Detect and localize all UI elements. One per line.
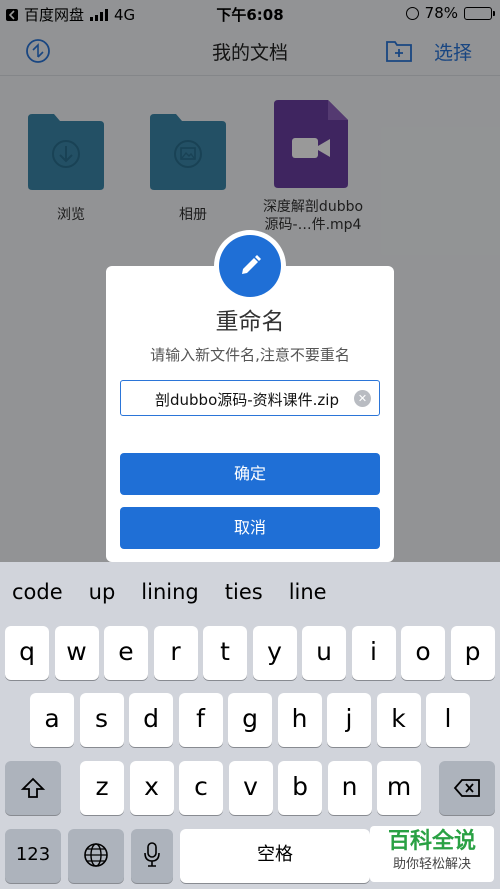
prediction-bar: code up lining ties line [0, 562, 500, 622]
prediction-item[interactable]: lining [141, 580, 198, 604]
key-m[interactable]: m [377, 761, 421, 815]
key-x[interactable]: x [129, 761, 174, 815]
key-d[interactable]: d [129, 693, 173, 747]
key-y[interactable]: y [252, 626, 297, 680]
key-f[interactable]: f [178, 693, 223, 747]
key-n[interactable]: n [327, 761, 372, 815]
clear-icon[interactable]: ✕ [354, 390, 371, 407]
key-l[interactable]: l [426, 693, 470, 747]
dialog-title: 重命名 [215, 309, 285, 335]
prediction-item[interactable]: code [12, 580, 63, 604]
watermark-logo: 百科全说 助你轻松解决 [370, 826, 494, 882]
key-e[interactable]: e [104, 626, 148, 680]
key-g[interactable]: g [228, 693, 272, 747]
key-p[interactable]: p [450, 626, 495, 680]
shift-icon [20, 777, 46, 798]
key-u[interactable]: u [302, 626, 346, 680]
globe-icon [84, 843, 108, 867]
confirm-button[interactable]: 确定 [120, 453, 380, 495]
dialog-hint: 请输入新文件名,注意不要重名 [150, 346, 350, 364]
key-w[interactable]: w [54, 626, 99, 680]
key-t[interactable]: t [203, 626, 247, 680]
key-v[interactable]: v [228, 761, 273, 815]
microphone-key[interactable] [131, 829, 173, 883]
filename-value: 剖dubbo源码-资料课件.zip [155, 391, 339, 409]
prediction-item[interactable]: up [89, 580, 116, 604]
key-k[interactable]: k [376, 693, 421, 747]
numbers-key[interactable]: 123 [5, 829, 61, 883]
watermark-subtitle: 助你轻松解决 [392, 857, 471, 872]
pencil-icon [242, 255, 261, 274]
globe-key[interactable] [68, 829, 124, 883]
key-c[interactable]: c [179, 761, 223, 815]
key-a[interactable]: a [30, 693, 74, 747]
prediction-item[interactable]: line [289, 580, 327, 604]
watermark-title: 百科全说 [387, 829, 476, 854]
filename-input[interactable]: 剖dubbo源码-资料课件.zip ✕ [120, 380, 380, 416]
space-key[interactable]: 空格 [180, 829, 370, 883]
key-b[interactable]: b [278, 761, 322, 815]
key-q[interactable]: q [5, 626, 49, 680]
app-background: 百度网盘 4G 下午6:08 78% 我的文档 选择 浏览 相册 深度解剖dub… [0, 0, 500, 562]
prediction-item[interactable]: ties [225, 580, 263, 604]
cancel-button[interactable]: 取消 [120, 507, 380, 549]
backspace-key[interactable] [439, 761, 495, 815]
shift-key[interactable] [5, 761, 61, 815]
backspace-icon [453, 779, 480, 797]
key-o[interactable]: o [401, 626, 445, 680]
key-z[interactable]: z [80, 761, 124, 815]
microphone-icon [144, 842, 160, 867]
rename-dialog: 重命名 请输入新文件名,注意不要重名 剖dubbo源码-资料课件.zip ✕ 确… [106, 266, 394, 562]
key-h[interactable]: h [277, 693, 322, 747]
key-i[interactable]: i [351, 626, 396, 680]
key-s[interactable]: s [79, 693, 124, 747]
dialog-badge [214, 230, 286, 302]
key-r[interactable]: r [153, 626, 198, 680]
key-j[interactable]: j [327, 693, 371, 747]
